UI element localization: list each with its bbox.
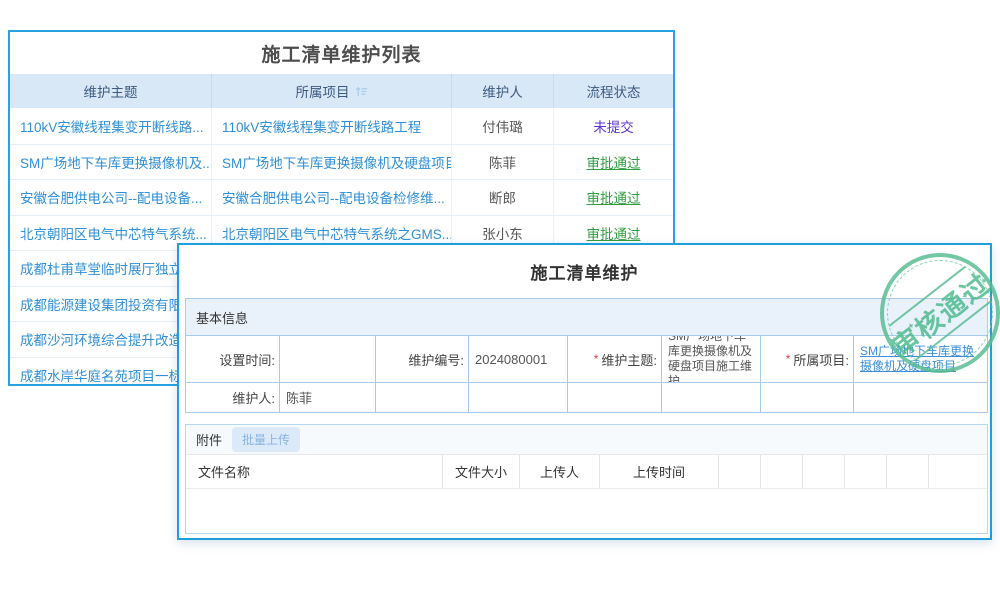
batch-upload-button[interactable]: 批量上传 xyxy=(232,427,300,452)
project-link[interactable]: SM广场地下车库更换摄像机及硬盘项目 xyxy=(860,344,984,374)
table-row: 110kV安徽线程集变开断线路... 110kV安徽线程集变开断线路工程 付伟璐… xyxy=(10,108,673,144)
maintenance-number-label: 维护编号: xyxy=(376,336,469,383)
column-header-upload-time: 上传时间 xyxy=(600,455,719,488)
column-header-file-size: 文件大小 xyxy=(443,455,520,488)
set-time-label: 设置时间: xyxy=(186,336,280,383)
column-header-uploader: 上传人 xyxy=(520,455,600,488)
empty-cell xyxy=(761,383,854,412)
basic-info-table: 基本信息 设置时间: 维护编号: 2024080001 * 维护主题: SM广场… xyxy=(185,298,988,413)
empty-column xyxy=(719,455,761,488)
empty-column xyxy=(887,455,929,488)
column-header-project-label: 所属项目 xyxy=(296,81,350,101)
subject-label-text: 维护主题: xyxy=(601,350,657,369)
list-table-header: 维护主题 所属项目 维护人 流程状态 xyxy=(10,74,673,108)
row-status[interactable]: 审批通过 xyxy=(554,145,673,180)
column-header-status: 流程状态 xyxy=(554,74,673,108)
basic-info-section-header: 基本信息 xyxy=(186,299,987,336)
status-badge[interactable]: 审批通过 xyxy=(587,187,641,207)
empty-column xyxy=(929,455,985,488)
column-header-project[interactable]: 所属项目 xyxy=(212,74,452,108)
maintainer-label: 维护人: xyxy=(186,383,280,412)
project-label-text: 所属项目: xyxy=(793,350,849,369)
table-row: SM广场地下车库更换摄像机及... SM广场地下车库更换摄像机及硬盘项目 陈菲 … xyxy=(10,144,673,180)
row-subject-link[interactable]: SM广场地下车库更换摄像机及... xyxy=(10,145,212,180)
list-page-title: 施工清单维护列表 xyxy=(10,32,673,74)
detail-page-title: 施工清单维护 xyxy=(179,259,990,284)
empty-column xyxy=(761,455,803,488)
basic-info-row-1: 设置时间: 维护编号: 2024080001 * 维护主题: SM广场地下车库更… xyxy=(186,336,987,383)
project-value-cell: SM广场地下车库更换摄像机及硬盘项目 xyxy=(854,336,988,383)
row-maintainer: 付伟璐 xyxy=(452,108,554,144)
subject-value: SM广场地下车库更换摄像机及硬盘项目施工维护 xyxy=(662,336,761,383)
empty-cell xyxy=(854,383,988,412)
empty-column xyxy=(845,455,887,488)
row-subject-link[interactable]: 安徽合肥供电公司--配电设备... xyxy=(10,180,212,215)
attachments-section: 附件 批量上传 文件名称 文件大小 上传人 上传时间 xyxy=(185,424,988,534)
empty-cell xyxy=(662,383,761,412)
row-subject-link[interactable]: 110kV安徽线程集变开断线路... xyxy=(10,108,212,144)
status-badge[interactable]: 未提交 xyxy=(593,116,634,136)
row-maintainer: 陈菲 xyxy=(452,145,554,180)
column-header-maintainer: 维护人 xyxy=(452,74,554,108)
attachments-table-header: 文件名称 文件大小 上传人 上传时间 xyxy=(186,455,987,489)
status-badge[interactable]: 审批通过 xyxy=(587,223,641,243)
screen: 施工清单维护列表 维护主题 所属项目 维护人 流程状态 110kV安徽线程集变开… xyxy=(0,0,1000,600)
required-marker: * xyxy=(786,352,791,366)
maintenance-number-value: 2024080001 xyxy=(469,336,568,383)
column-header-file-name: 文件名称 xyxy=(186,455,443,488)
attachments-label: 附件 xyxy=(196,430,222,449)
column-header-subject: 维护主题 xyxy=(10,74,212,108)
empty-cell xyxy=(469,383,568,412)
empty-column xyxy=(803,455,845,488)
subject-label: * 维护主题: xyxy=(568,336,662,383)
required-marker: * xyxy=(594,352,599,366)
row-status[interactable]: 未提交 xyxy=(554,108,673,144)
sort-ascending-icon[interactable] xyxy=(355,85,368,98)
set-time-field[interactable] xyxy=(280,336,376,383)
basic-info-row-2: 维护人: 陈菲 xyxy=(186,383,987,412)
status-badge[interactable]: 审批通过 xyxy=(587,152,641,172)
row-project-link[interactable]: 110kV安徽线程集变开断线路工程 xyxy=(212,108,452,144)
maintainer-value: 陈菲 xyxy=(280,383,376,412)
row-status[interactable]: 审批通过 xyxy=(554,180,673,215)
table-row: 安徽合肥供电公司--配电设备... 安徽合肥供电公司--配电设备检修维... 断… xyxy=(10,179,673,215)
row-project-link[interactable]: 安徽合肥供电公司--配电设备检修维... xyxy=(212,180,452,215)
attachments-empty-body xyxy=(186,489,987,533)
row-project-link[interactable]: SM广场地下车库更换摄像机及硬盘项目 xyxy=(212,145,452,180)
empty-cell xyxy=(376,383,469,412)
row-maintainer: 断郎 xyxy=(452,180,554,215)
empty-cell xyxy=(568,383,662,412)
maintenance-detail-panel: 施工清单维护 基本信息 设置时间: 维护编号: 2024080001 * 维护主… xyxy=(177,243,992,540)
attachments-header-bar: 附件 批量上传 xyxy=(186,425,987,455)
project-label: * 所属项目: xyxy=(761,336,854,383)
